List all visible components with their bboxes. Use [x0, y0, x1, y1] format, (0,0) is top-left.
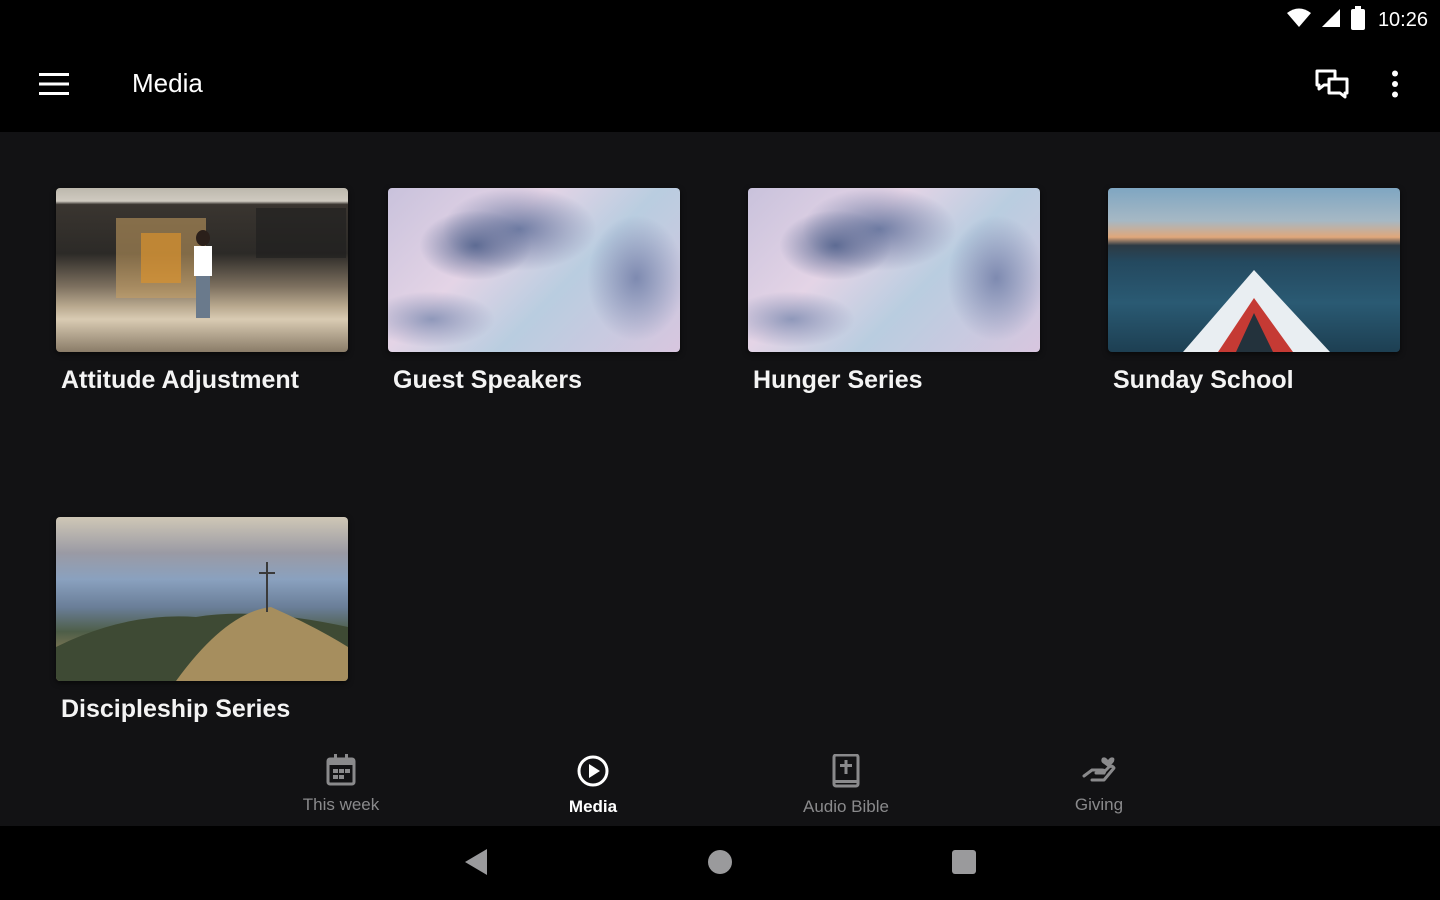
menu-icon: [39, 72, 69, 100]
app-bar: Media: [0, 40, 1440, 132]
media-item-title: Attitude Adjustment: [61, 366, 299, 394]
media-item-sunday-school[interactable]: Sunday School: [1108, 188, 1400, 395]
nav-label: Audio Bible: [802, 797, 889, 816]
media-thumbnail: [748, 188, 1040, 352]
bible-icon: [832, 753, 860, 793]
screen: 10:26 Media Attitude Adjustment Guest Sp…: [0, 0, 1440, 900]
back-button[interactable]: [456, 848, 496, 880]
home-icon: [707, 849, 733, 880]
nav-item-giving[interactable]: Giving: [1019, 754, 1179, 822]
wifi-icon: [1286, 7, 1312, 34]
media-thumbnail: [56, 517, 348, 681]
media-item-guest-speakers[interactable]: Guest Speakers: [388, 188, 680, 395]
status-time: 10:26: [1377, 8, 1428, 31]
nav-label: Giving: [1074, 795, 1124, 814]
page-title: Media: [132, 68, 203, 98]
media-item-title: Sunday School: [1113, 366, 1294, 394]
battery-icon: [1350, 5, 1366, 35]
nav-label: This week: [302, 795, 380, 814]
nav-item-this-week[interactable]: This week: [261, 754, 421, 822]
media-item-title: Hunger Series: [753, 366, 923, 394]
media-item-discipleship-series[interactable]: Discipleship Series: [56, 517, 348, 724]
media-item-title: Guest Speakers: [393, 366, 582, 394]
media-item-hunger-series[interactable]: Hunger Series: [748, 188, 1040, 395]
more-vertical-icon: [1391, 70, 1399, 103]
media-thumbnail: [1108, 188, 1400, 352]
nav-label: Media: [568, 797, 618, 816]
home-button[interactable]: [700, 848, 740, 880]
play-circle-icon: [576, 754, 610, 793]
chat-icon: [1315, 69, 1349, 104]
media-thumbnail: [56, 188, 348, 352]
chat-button[interactable]: [1306, 62, 1358, 110]
back-icon: [463, 847, 489, 882]
nav-item-media[interactable]: Media: [513, 754, 673, 822]
menu-button[interactable]: [24, 60, 84, 112]
cellular-signal-icon: [1320, 7, 1342, 34]
calendar-icon: [326, 754, 356, 791]
giving-hand-icon: [1082, 754, 1116, 791]
recents-button[interactable]: [944, 848, 984, 880]
media-item-title: Discipleship Series: [61, 695, 291, 723]
system-navigation-bar: [0, 826, 1440, 900]
bottom-navigation: This week Media Audio Bible Giving: [0, 748, 1440, 826]
media-thumbnail: [388, 188, 680, 352]
media-item-attitude-adjustment[interactable]: Attitude Adjustment: [56, 188, 348, 395]
more-options-button[interactable]: [1372, 62, 1418, 110]
nav-item-audio-bible[interactable]: Audio Bible: [766, 753, 926, 822]
status-bar: 10:26: [0, 0, 1440, 40]
recents-icon: [951, 849, 977, 880]
